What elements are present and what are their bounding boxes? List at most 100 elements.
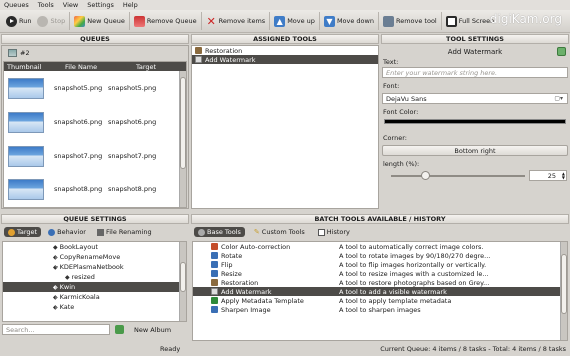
column-header-target[interactable]: Target bbox=[114, 63, 174, 71]
column-header-file-name[interactable]: File Name bbox=[49, 63, 114, 71]
album-tree-item[interactable]: ▸ ◆ KarmicKoala bbox=[3, 292, 186, 302]
chevron-right-icon[interactable]: ▸ bbox=[55, 254, 58, 261]
new-queue-icon bbox=[74, 15, 86, 27]
scrollbar-thumb[interactable] bbox=[180, 77, 186, 169]
status-bar: Ready Current Queue: 4 items / 8 tasks -… bbox=[0, 343, 570, 356]
length-slider-handle[interactable] bbox=[420, 171, 430, 180]
batch-tool-item-selected[interactable]: Add Watermark A tool to add a visible wa… bbox=[193, 287, 567, 296]
thumbnail-image bbox=[8, 111, 44, 133]
menu-bar: Queues Tools View Settings Help bbox=[0, 0, 570, 10]
reset-settings-icon[interactable] bbox=[557, 47, 566, 56]
batch-tool-item[interactable]: Apply Metadata Template A tool to apply … bbox=[193, 296, 567, 305]
menu-help[interactable]: Help bbox=[123, 1, 138, 9]
tab-custom-tools[interactable]: ✎ Custom Tools bbox=[250, 227, 309, 237]
spin-arrows-icon[interactable]: ▲ ▼ bbox=[562, 172, 565, 180]
font-label: Font: bbox=[383, 82, 400, 90]
batch-tool-item[interactable]: Sharpen Image A tool to sharpen images bbox=[193, 305, 567, 314]
length-control: 25 ▲ ▼ bbox=[381, 170, 569, 182]
tab-behavior[interactable]: Behavior bbox=[44, 227, 90, 237]
menu-settings[interactable]: Settings bbox=[87, 1, 114, 9]
tab-target[interactable]: Target bbox=[4, 227, 42, 237]
remove-tool-icon bbox=[382, 15, 394, 27]
remove-items-icon: ✕ bbox=[206, 14, 216, 28]
tab-base-tools[interactable]: Base Tools bbox=[194, 227, 245, 237]
batch-tool-item[interactable]: Restoration A tool to restore photograph… bbox=[193, 278, 567, 287]
album-tree-item-selected[interactable]: ▸ ◆ Kwin bbox=[3, 282, 186, 292]
menu-queues[interactable]: Queues bbox=[4, 1, 29, 9]
assigned-tool-item[interactable]: Restoration bbox=[192, 46, 378, 55]
batch-tool-item[interactable]: Rotate A tool to rotate images by 90/180… bbox=[193, 251, 567, 260]
album-tree-item[interactable]: ▾ ◆ KDEPlasmaNetbook bbox=[3, 262, 186, 272]
batch-tools-list[interactable]: Color Auto-correction A tool to automati… bbox=[192, 241, 568, 341]
remove-queue-button[interactable]: Remove Queue bbox=[131, 12, 200, 30]
run-button[interactable]: Run bbox=[3, 12, 34, 30]
batch-tools-scrollbar[interactable] bbox=[560, 242, 567, 340]
move-down-button[interactable]: ▼ Move down bbox=[321, 12, 377, 30]
chevron-right-icon[interactable]: ▸ bbox=[55, 294, 58, 301]
move-up-button[interactable]: ▲ Move up bbox=[271, 12, 318, 30]
queue-item[interactable]: snapshot8.png snapshot8.png bbox=[4, 173, 186, 205]
batch-tool-item[interactable]: Resize A tool to resize images with a cu… bbox=[193, 269, 567, 278]
queue-list[interactable]: Thumbnail File Name Target snapshot5.png… bbox=[3, 61, 187, 208]
album-tree-item[interactable]: ▸ ◆ Kate bbox=[3, 302, 186, 312]
album-tree-item[interactable]: ◆ BookLayout bbox=[3, 242, 186, 252]
length-row: length (%): bbox=[381, 157, 569, 170]
menu-view[interactable]: View bbox=[63, 1, 78, 9]
remove-items-button[interactable]: ✕ Remove items bbox=[203, 12, 269, 30]
chevron-right-icon[interactable]: ▸ bbox=[55, 284, 58, 291]
queue-item[interactable]: snapshot6.png snapshot6.png bbox=[4, 105, 186, 139]
album-tree-item[interactable]: ◆ resized bbox=[3, 272, 186, 282]
album-tree-scrollbar[interactable] bbox=[179, 242, 186, 321]
tool-settings-tool-name: Add Watermark bbox=[447, 47, 503, 56]
album-search-input[interactable]: Search... bbox=[2, 324, 110, 335]
move-up-icon: ▲ bbox=[274, 15, 286, 27]
queue-item[interactable]: snapshot5.png snapshot5.png bbox=[4, 71, 186, 105]
main-toolbar: Run Stop New Queue Remove Queue ✕ Remove… bbox=[0, 10, 570, 33]
album-tree[interactable]: ◆ BookLayout ▸ ◆ CopyRenameMove ▾ ◆ KDEP… bbox=[2, 241, 187, 322]
chevron-down-icon[interactable]: ▾ bbox=[55, 264, 58, 271]
tab-file-renaming[interactable]: File Renaming bbox=[93, 227, 156, 237]
column-header-thumbnail[interactable]: Thumbnail bbox=[4, 63, 49, 71]
tool-settings-panel-title: TOOL SETTINGS bbox=[381, 34, 569, 44]
info-icon bbox=[48, 228, 56, 236]
thumbnail-image bbox=[8, 77, 44, 99]
folder-icon: ◆ bbox=[53, 243, 58, 251]
thumbnail-image bbox=[8, 178, 44, 200]
target-icon bbox=[8, 228, 15, 236]
toolbar-separator bbox=[128, 12, 130, 30]
toolbar-separator bbox=[440, 12, 442, 30]
new-album-icon bbox=[115, 325, 124, 334]
font-select[interactable]: DejaVu Sans ▢▾ bbox=[382, 93, 568, 104]
history-icon bbox=[317, 228, 325, 236]
scrollbar-thumb[interactable] bbox=[561, 254, 567, 314]
thumbnail-image bbox=[8, 145, 44, 167]
scrollbar-thumb[interactable] bbox=[180, 262, 186, 292]
tab-history[interactable]: History bbox=[314, 227, 354, 237]
queue-item[interactable]: snapshot7.png snapshot7.png bbox=[4, 139, 186, 173]
length-label: length (%): bbox=[383, 159, 420, 168]
length-slider[interactable] bbox=[391, 171, 525, 180]
new-queue-button[interactable]: New Queue bbox=[71, 12, 128, 30]
chevron-right-icon[interactable]: ▸ bbox=[55, 304, 58, 311]
new-album-button[interactable]: New Album bbox=[113, 323, 187, 336]
full-screen-icon bbox=[445, 15, 457, 27]
queue-tab[interactable]: #2 bbox=[2, 46, 188, 60]
length-spinbox[interactable]: 25 ▲ ▼ bbox=[529, 170, 567, 181]
batch-tool-item[interactable]: Color Auto-correction A tool to automati… bbox=[193, 242, 567, 251]
album-tree-item[interactable]: ▸ ◆ CopyRenameMove bbox=[3, 252, 186, 262]
font-color-button[interactable] bbox=[384, 119, 566, 124]
flip-icon bbox=[211, 261, 218, 268]
queue-settings-panel: Target Behavior File Renaming ◆ BookLayo… bbox=[1, 225, 189, 342]
assigned-tool-item[interactable]: Add Watermark bbox=[192, 55, 378, 64]
queue-settings-panel-title: QUEUE SETTINGS bbox=[1, 214, 189, 224]
batch-tool-item[interactable]: Flip A tool to flip images horizontally … bbox=[193, 260, 567, 269]
stop-button[interactable]: Stop bbox=[34, 12, 68, 30]
menu-tools[interactable]: Tools bbox=[38, 1, 54, 9]
metadata-template-icon bbox=[211, 297, 218, 304]
queue-list-scrollbar[interactable] bbox=[179, 71, 186, 207]
watermark-text-input[interactable]: Enter your watermark string here. bbox=[382, 67, 568, 78]
assigned-tools-list[interactable]: Restoration Add Watermark bbox=[191, 45, 379, 209]
remove-tool-button[interactable]: Remove tool bbox=[380, 12, 440, 30]
corner-select[interactable]: Bottom right bbox=[382, 145, 568, 156]
folder-icon: ◆ bbox=[65, 273, 70, 281]
